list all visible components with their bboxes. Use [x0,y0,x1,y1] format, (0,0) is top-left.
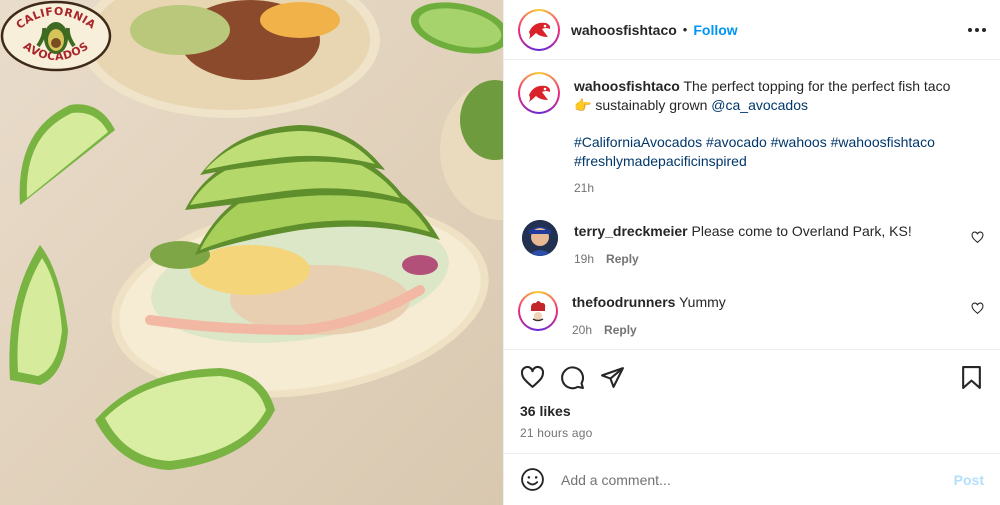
caption-mention-link[interactable]: @ca_avocados [711,97,808,113]
comment-body: thefoodrunners Yummy 20h Reply [572,291,952,340]
wahoos-fish-logo-icon [529,22,551,39]
comment-meta: 20h Reply [572,321,952,340]
comment-age: 20h [572,323,593,337]
caption-author-avatar[interactable] [518,72,560,114]
commenter-avatar[interactable] [522,220,558,256]
instagram-post: CALIFORNIA AVOCADOS wahoosfishtaco • Fol… [0,0,1000,505]
comments-section: wahoosfishtaco The perfect topping for t… [504,60,1000,349]
comment-input[interactable] [561,471,954,488]
comment-username[interactable]: terry_dreckmeier [574,223,688,239]
comment-body: terry_dreckmeier Please come to Overland… [574,220,954,269]
comment-age: 19h [574,252,595,266]
person-avatar-icon [522,220,558,256]
share-icon[interactable] [600,365,625,390]
taco-photo-illustration [9,0,503,470]
commenter-avatar[interactable] [518,291,558,331]
likes-count[interactable]: 36 likes [520,403,984,419]
author-avatar[interactable] [518,8,560,51]
comment-row: terry_dreckmeier Please come to Overland… [518,220,986,269]
more-options-icon[interactable] [968,22,986,38]
comment-icon[interactable] [560,365,585,390]
caption-hashtags[interactable]: #CaliforniaAvocados #avocado #wahoos #wa… [574,133,954,171]
add-comment-bar: Post [504,453,1000,505]
reply-button[interactable]: Reply [604,323,637,337]
wahoos-fish-logo-icon [529,85,551,102]
post-details-panel: wahoosfishtaco • Follow wahoosfishtaco T… [503,0,1000,505]
comment-username[interactable]: thefoodrunners [572,294,675,310]
separator-dot: • [682,22,688,37]
emoji-icon[interactable] [520,467,545,492]
post-image[interactable]: CALIFORNIA AVOCADOS [0,0,503,505]
post-header: wahoosfishtaco • Follow [504,0,1000,60]
california-avocados-logo: CALIFORNIA AVOCADOS [0,0,112,72]
comment-text: Please come to Overland Park, KS! [691,223,912,239]
post-actions: 36 likes 21 hours ago [504,349,1000,453]
comment-row: thefoodrunners Yummy 20h Reply [518,291,986,340]
author-username[interactable]: wahoosfishtaco [571,22,677,38]
comment-like-heart-icon[interactable] [971,302,984,315]
comment-text: Yummy [679,294,726,310]
follow-button[interactable]: Follow [693,22,737,38]
heart-icon[interactable] [520,365,545,390]
caption-age: 21h [574,181,595,195]
comment-like-heart-icon[interactable] [971,231,984,244]
post-timestamp: 21 hours ago [520,426,593,440]
bookmark-icon[interactable] [959,365,984,390]
action-icons [520,362,984,392]
caption-username[interactable]: wahoosfishtaco [574,78,680,94]
chef-hat-avatar-icon [525,298,551,324]
caption-row: wahoosfishtaco The perfect topping for t… [518,72,986,198]
caption-body: wahoosfishtaco The perfect topping for t… [574,72,954,198]
reply-button[interactable]: Reply [606,252,639,266]
comment-meta: 19h Reply [574,250,954,269]
post-comment-button[interactable]: Post [954,472,984,488]
